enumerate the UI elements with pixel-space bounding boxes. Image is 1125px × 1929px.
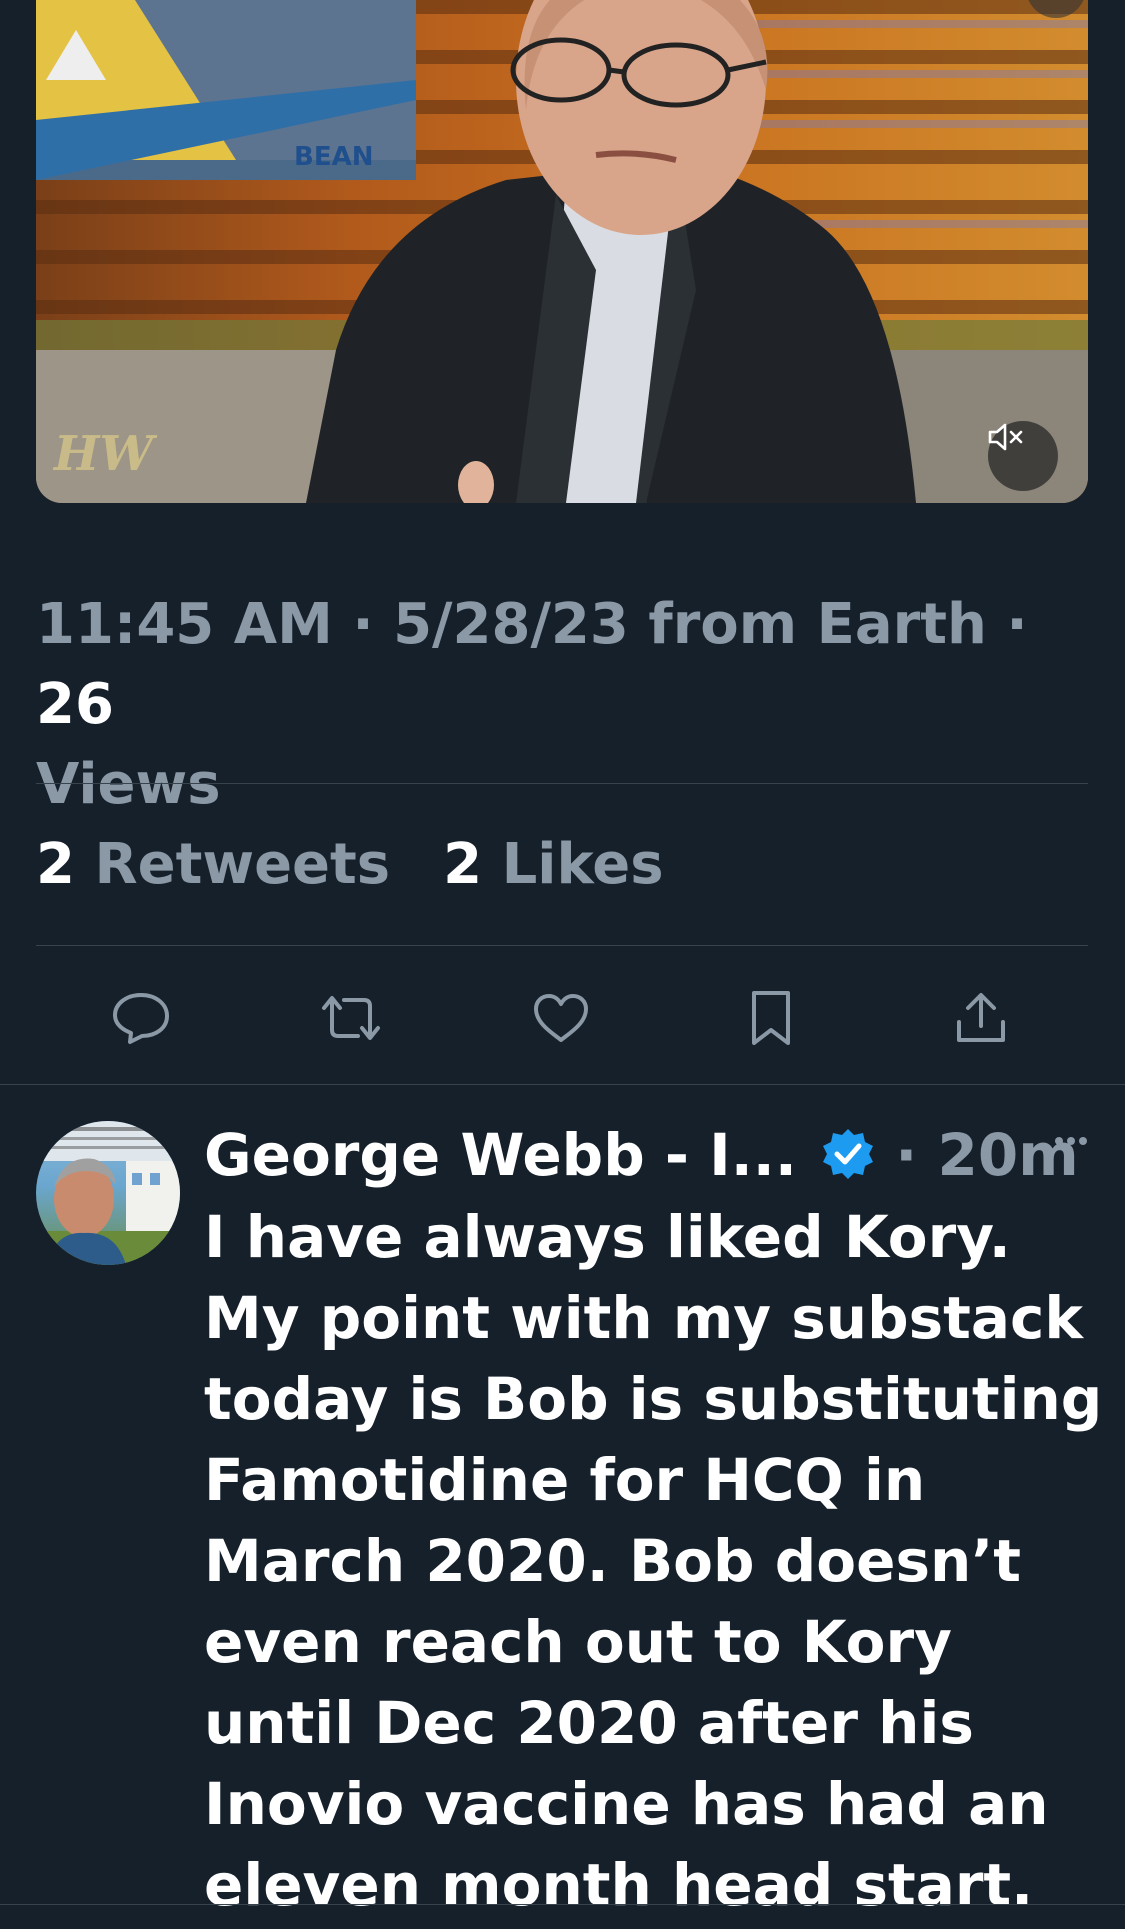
- author-name[interactable]: George Webb - I...: [204, 1121, 797, 1189]
- share-button[interactable]: [951, 990, 1011, 1050]
- divider: [36, 945, 1088, 946]
- separator: ·: [986, 592, 1028, 657]
- views-label: Views: [36, 752, 221, 817]
- avatar[interactable]: [36, 1121, 180, 1265]
- tweet-time[interactable]: 11:45 AM: [36, 592, 333, 657]
- retweets-stat[interactable]: 2 Retweets: [36, 832, 390, 897]
- svg-text:HW: HW: [52, 426, 157, 482]
- likes-count: 2: [443, 832, 483, 897]
- verified-badge-icon: [821, 1121, 875, 1201]
- tweet-metadata: 11:45 AM · 5/28/23 from Earth · 26 Views: [36, 585, 1096, 825]
- like-icon: [532, 992, 590, 1048]
- reply-header: George Webb - I... · 20m: [204, 1115, 1104, 1195]
- bookmark-button[interactable]: [741, 990, 801, 1050]
- likes-stat[interactable]: 2 Likes: [443, 832, 663, 897]
- reply-icon: [112, 991, 170, 1049]
- like-button[interactable]: [531, 990, 591, 1050]
- divider: [36, 783, 1088, 784]
- svg-text:BEAN: BEAN: [294, 142, 373, 172]
- retweet-button[interactable]: [321, 990, 381, 1050]
- more-button[interactable]: [1041, 1121, 1101, 1161]
- engagement-stats: 2 Retweets 2 Likes: [36, 830, 664, 900]
- likes-label: Likes: [501, 832, 664, 897]
- bookmark-icon: [748, 989, 794, 1051]
- separator: ·: [875, 1121, 938, 1189]
- reply-button[interactable]: [111, 990, 171, 1050]
- more-icon: [1041, 1137, 1101, 1165]
- tweet-source: from Earth: [628, 592, 987, 657]
- reply-text: I have always liked Kory. My point with …: [204, 1203, 1103, 1919]
- retweets-label: Retweets: [94, 832, 391, 897]
- video-frame: BEAN HW: [36, 0, 1088, 503]
- tweet-date[interactable]: 5/28/23: [393, 592, 629, 657]
- retweets-count: 2: [36, 832, 75, 897]
- mute-button[interactable]: [988, 421, 1058, 491]
- divider: [0, 1904, 1125, 1905]
- divider: [0, 1084, 1125, 1085]
- retweet-icon: [318, 992, 384, 1048]
- video-player[interactable]: BEAN HW: [36, 0, 1088, 503]
- separator: ·: [332, 592, 394, 657]
- share-icon: [954, 990, 1008, 1050]
- tweet-action-bar: [0, 990, 1125, 1050]
- views-count: 26: [36, 672, 114, 737]
